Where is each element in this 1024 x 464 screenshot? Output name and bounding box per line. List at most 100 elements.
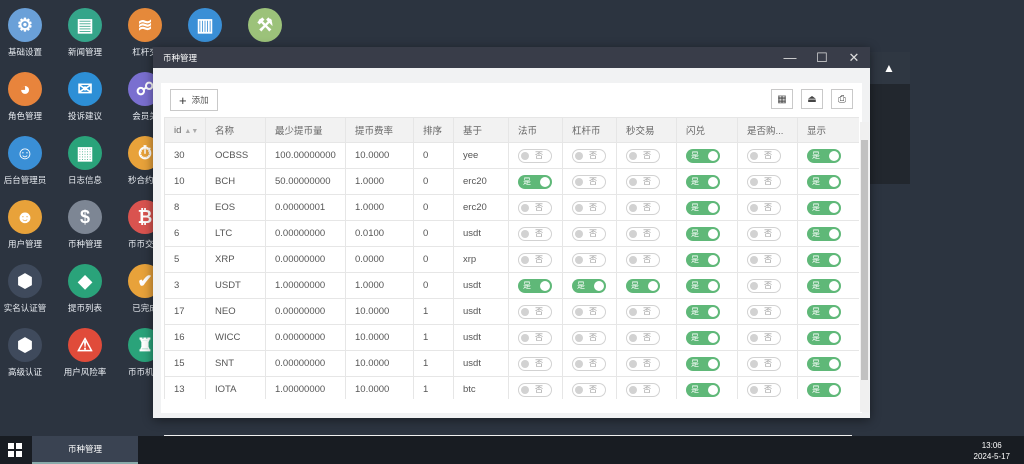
fiat-toggle[interactable]: 否 — [518, 356, 552, 371]
fiat-toggle[interactable]: 否 — [518, 330, 552, 345]
flash-toggle[interactable]: 是 — [686, 304, 720, 319]
lever-toggle[interactable]: 否 — [572, 330, 606, 345]
desktop-shortcut[interactable]: ⚠ 用户风险率 — [57, 328, 113, 378]
table-row[interactable]: 16 WICC 0.00000000 10.0000 1 usdt 否 否 否 是 否 是 — [164, 324, 859, 351]
show-toggle[interactable]: 是 — [807, 148, 841, 163]
table-row[interactable]: 15 SNT 0.00000000 10.0000 1 usdt 否 否 否 是 否 是 — [164, 350, 859, 377]
add-button[interactable]: + 添加 — [170, 89, 218, 111]
maximize-button[interactable]: ☐ — [806, 47, 838, 68]
desktop-shortcut[interactable]: ⚒ — [237, 8, 293, 46]
column-header[interactable]: 是否购... — [737, 117, 798, 143]
column-header[interactable]: 显示 — [797, 117, 859, 143]
buy-toggle[interactable]: 否 — [747, 356, 781, 371]
second-toggle[interactable]: 否 — [626, 174, 660, 189]
show-toggle[interactable]: 是 — [807, 174, 841, 189]
show-toggle[interactable]: 是 — [807, 382, 841, 397]
fiat-toggle[interactable]: 否 — [518, 148, 552, 163]
table-row[interactable]: 8 EOS 0.00000001 1.0000 0 erc20 否 否 否 是 否 是 — [164, 194, 859, 221]
column-header[interactable]: 最少提币量 — [265, 117, 346, 143]
second-toggle[interactable]: 否 — [626, 356, 660, 371]
second-toggle[interactable]: 否 — [626, 330, 660, 345]
lever-toggle[interactable]: 是 — [572, 278, 606, 293]
close-button[interactable]: ✕ — [838, 47, 870, 68]
table-row[interactable]: 3 USDT 1.00000000 1.0000 0 usdt 是 是 是 是 否 是 — [164, 272, 859, 299]
columns-filter-icon[interactable]: ▦ — [771, 89, 793, 109]
lever-toggle[interactable]: 否 — [572, 356, 606, 371]
lever-toggle[interactable]: 否 — [572, 200, 606, 215]
fiat-toggle[interactable]: 是 — [518, 174, 552, 189]
taskbar-item-coin-management[interactable]: 币种管理 — [32, 436, 138, 464]
coin-table-wrapper[interactable]: id ▲▼ 名称 最少提币量 提币费率 排序 基于 法币 杠杆币 秒交易 闪兑 是否购... 显示 30… — [164, 117, 859, 399]
show-toggle[interactable]: 是 — [807, 304, 841, 319]
buy-toggle[interactable]: 否 — [747, 278, 781, 293]
table-row[interactable]: 13 IOTA 1.00000000 10.0000 1 btc 否 否 否 是 否 是 — [164, 376, 859, 399]
column-header[interactable]: 名称 — [205, 117, 266, 143]
table-row[interactable]: 6 LTC 0.00000000 0.0100 0 usdt 否 否 否 是 否 是 — [164, 220, 859, 247]
flash-toggle[interactable]: 是 — [686, 174, 720, 189]
buy-toggle[interactable]: 否 — [747, 252, 781, 267]
vertical-scrollbar[interactable] — [860, 122, 869, 412]
column-header[interactable]: 杠杆币 — [562, 117, 617, 143]
fiat-toggle[interactable]: 否 — [518, 304, 552, 319]
collapse-icon[interactable]: ▲ — [883, 61, 895, 75]
second-toggle[interactable]: 否 — [626, 382, 660, 397]
buy-toggle[interactable]: 否 — [747, 200, 781, 215]
window-titlebar[interactable]: 币种管理 — ☐ ✕ — [153, 47, 870, 68]
second-toggle[interactable]: 否 — [626, 226, 660, 241]
lever-toggle[interactable]: 否 — [572, 304, 606, 319]
buy-toggle[interactable]: 否 — [747, 226, 781, 241]
minimize-button[interactable]: — — [774, 47, 806, 68]
desktop-shortcut[interactable]: ▤ 新闻管理 — [57, 8, 113, 58]
desktop-shortcut[interactable]: ✉ 投诉建议 — [57, 72, 113, 122]
second-toggle[interactable]: 否 — [626, 200, 660, 215]
flash-toggle[interactable]: 是 — [686, 252, 720, 267]
show-toggle[interactable]: 是 — [807, 356, 841, 371]
fiat-toggle[interactable]: 是 — [518, 278, 552, 293]
column-header[interactable]: 闪兑 — [676, 117, 738, 143]
desktop-shortcut[interactable]: ◕ 角色管理 — [0, 72, 53, 122]
buy-toggle[interactable]: 否 — [747, 304, 781, 319]
export-icon[interactable]: ⏏ — [801, 89, 823, 109]
windows-start-icon[interactable] — [8, 443, 22, 457]
flash-toggle[interactable]: 是 — [686, 200, 720, 215]
flash-toggle[interactable]: 是 — [686, 278, 720, 293]
desktop-shortcut[interactable]: ◆ 提币列表 — [57, 264, 113, 314]
column-header[interactable]: 法币 — [508, 117, 563, 143]
buy-toggle[interactable]: 否 — [747, 330, 781, 345]
column-header[interactable]: id ▲▼ — [164, 117, 206, 143]
desktop-shortcut[interactable]: ⚙ 基础设置 — [0, 8, 53, 58]
desktop-shortcut[interactable]: ▦ 日志信息 — [57, 136, 113, 186]
column-header[interactable]: 基于 — [453, 117, 509, 143]
buy-toggle[interactable]: 否 — [747, 382, 781, 397]
buy-toggle[interactable]: 否 — [747, 174, 781, 189]
lever-toggle[interactable]: 否 — [572, 174, 606, 189]
second-toggle[interactable]: 否 — [626, 252, 660, 267]
show-toggle[interactable]: 是 — [807, 252, 841, 267]
fiat-toggle[interactable]: 否 — [518, 226, 552, 241]
desktop-shortcut[interactable]: $ 币种管理 — [57, 200, 113, 250]
flash-toggle[interactable]: 是 — [686, 226, 720, 241]
column-header[interactable]: 秒交易 — [616, 117, 677, 143]
show-toggle[interactable]: 是 — [807, 226, 841, 241]
desktop-shortcut[interactable]: ⬢ 高级认证 — [0, 328, 53, 378]
fiat-toggle[interactable]: 否 — [518, 200, 552, 215]
show-toggle[interactable]: 是 — [807, 200, 841, 215]
sort-icon[interactable]: ▲▼ — [184, 128, 198, 135]
lever-toggle[interactable]: 否 — [572, 226, 606, 241]
column-header[interactable]: 排序 — [413, 117, 454, 143]
table-row[interactable]: 5 XRP 0.00000000 0.0000 0 xrp 否 否 否 是 否 是 — [164, 246, 859, 273]
desktop-shortcut[interactable]: ▥ — [177, 8, 233, 46]
second-toggle[interactable]: 否 — [626, 148, 660, 163]
table-row[interactable]: 30 OCBSS 100.00000000 10.0000 0 yee 否 否 否 是 否 是 — [164, 142, 859, 169]
desktop-shortcut[interactable]: ☺ 后台管理员 — [0, 136, 53, 186]
print-icon[interactable]: ⎙ — [831, 89, 853, 109]
table-row[interactable]: 17 NEO 0.00000000 10.0000 1 usdt 否 否 否 是 否 是 — [164, 298, 859, 325]
desktop-shortcut[interactable]: ☻ 用户管理 — [0, 200, 53, 250]
second-toggle[interactable]: 否 — [626, 304, 660, 319]
buy-toggle[interactable]: 否 — [747, 148, 781, 163]
desktop-shortcut[interactable]: ⬢ 实名认证管 — [0, 264, 53, 314]
background-window[interactable]: ▲ — [868, 52, 910, 184]
show-toggle[interactable]: 是 — [807, 278, 841, 293]
fiat-toggle[interactable]: 否 — [518, 252, 552, 267]
lever-toggle[interactable]: 否 — [572, 252, 606, 267]
